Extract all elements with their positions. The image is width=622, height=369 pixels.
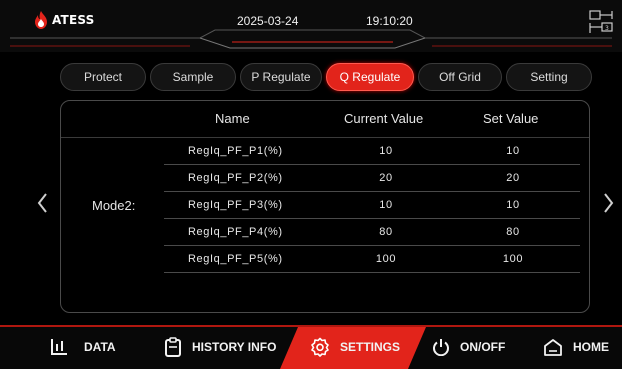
set-value[interactable]: 100 (488, 253, 538, 265)
nav-home-label: HOME (573, 340, 609, 354)
param-name: RegIq_PF_P2(%) (188, 172, 283, 184)
param-name: RegIq_PF_P3(%) (188, 199, 283, 211)
nav-onoff-label: ON/OFF (460, 340, 506, 354)
svg-text:3: 3 (605, 25, 609, 32)
param-name: RegIq_PF_P4(%) (188, 226, 283, 238)
table-row: RegIq_PF_P1(%) 10 10 (164, 138, 580, 165)
clipboard-icon (165, 337, 181, 357)
category-tabs: Protect Sample P Regulate Q Regulate Off… (60, 63, 592, 91)
date-display: 2025-03-24 (237, 14, 299, 28)
param-name: RegIq_PF_P1(%) (188, 145, 283, 157)
tab-sample[interactable]: Sample (150, 63, 236, 91)
param-name: RegIq_PF_P5(%) (188, 253, 283, 265)
nav-history-label: HISTORY INFO (192, 340, 277, 354)
nav-settings[interactable]: SETTINGS (310, 334, 400, 360)
set-value[interactable]: 10 (488, 145, 538, 157)
table-row: RegIq_PF_P5(%) 100 100 (164, 246, 580, 273)
nav-data-label: DATA (84, 340, 116, 354)
tab-q-regulate[interactable]: Q Regulate (326, 63, 414, 91)
brand-logo: ATESS (33, 10, 94, 30)
power-icon (433, 339, 449, 356)
current-value: 10 (379, 199, 393, 211)
current-value: 10 (379, 145, 393, 157)
next-page-arrow-icon[interactable] (602, 188, 616, 218)
set-value[interactable]: 10 (488, 199, 538, 211)
tab-protect[interactable]: Protect (60, 63, 146, 91)
tab-setting[interactable]: Setting (506, 63, 592, 91)
set-value[interactable]: 20 (488, 172, 538, 184)
mode-label: Mode2: (92, 198, 136, 213)
column-header-set-value: Set Value (483, 111, 539, 126)
previous-page-arrow-icon[interactable] (35, 188, 49, 218)
gear-icon (311, 337, 329, 357)
topology-icon[interactable]: 3 (588, 9, 614, 35)
nav-on-off[interactable]: ON/OFF (432, 334, 505, 360)
table-row: RegIq_PF_P4(%) 80 80 (164, 219, 580, 246)
bar-chart-icon (51, 339, 67, 355)
nav-home[interactable]: HOME (543, 334, 609, 360)
set-value[interactable]: 80 (488, 226, 538, 238)
current-value: 100 (375, 253, 397, 265)
column-header-name: Name (215, 111, 250, 126)
nav-history-info[interactable]: HISTORY INFO (164, 334, 276, 360)
table-row: RegIq_PF_P2(%) 20 20 (164, 165, 580, 192)
time-display: 19:10:20 (366, 14, 413, 28)
nav-settings-label: SETTINGS (340, 340, 401, 354)
tab-p-regulate[interactable]: P Regulate (240, 63, 322, 91)
logo-text: ATESS (52, 13, 95, 27)
current-value: 20 (379, 172, 393, 184)
bottom-nav-divider (0, 325, 622, 327)
header-decoration (10, 29, 612, 49)
tab-off-grid[interactable]: Off Grid (418, 63, 502, 91)
table-row: RegIq_PF_P3(%) 10 10 (164, 192, 580, 219)
nav-data[interactable]: DATA (50, 334, 116, 360)
flame-logo-icon (35, 11, 47, 29)
column-header-current-value: Current Value (344, 111, 424, 126)
current-value: 80 (379, 226, 393, 238)
home-icon (544, 339, 562, 356)
